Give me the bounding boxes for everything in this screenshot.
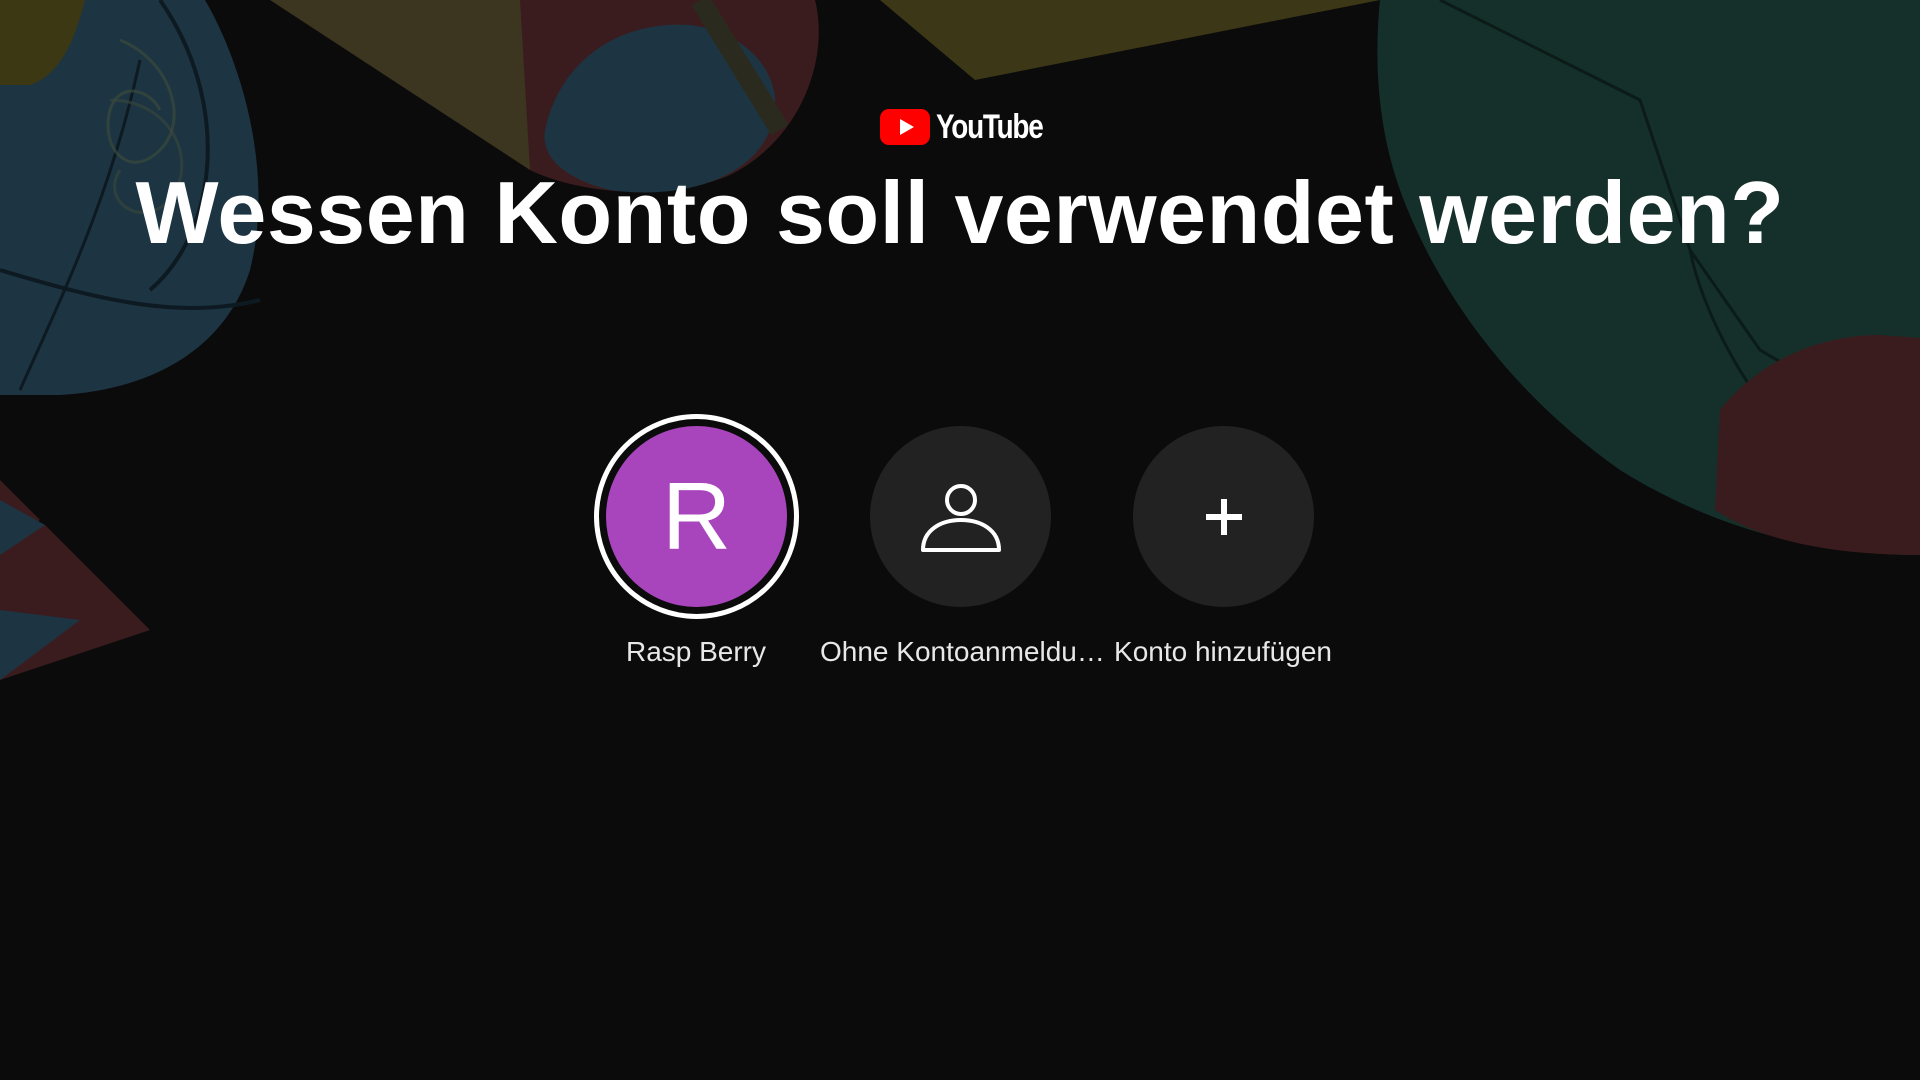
account-label: Ohne Kontoanmeldu… <box>820 636 1105 667</box>
avatar[interactable]: R <box>606 426 787 607</box>
person-icon <box>920 483 1001 552</box>
avatar-letter: R <box>661 462 732 570</box>
avatar[interactable] <box>870 426 1051 607</box>
account-label: Konto hinzufügen <box>1114 636 1332 667</box>
account-list: R Rasp Berry Ohne Kontoanmeldu… Konto hi… <box>0 0 1920 1080</box>
account-picker-screen: YouTube Wessen Konto soll verwendet werd… <box>0 0 1920 1080</box>
plus-icon <box>1205 498 1242 535</box>
account-label: Rasp Berry <box>625 636 767 667</box>
avatar[interactable] <box>1133 426 1314 607</box>
